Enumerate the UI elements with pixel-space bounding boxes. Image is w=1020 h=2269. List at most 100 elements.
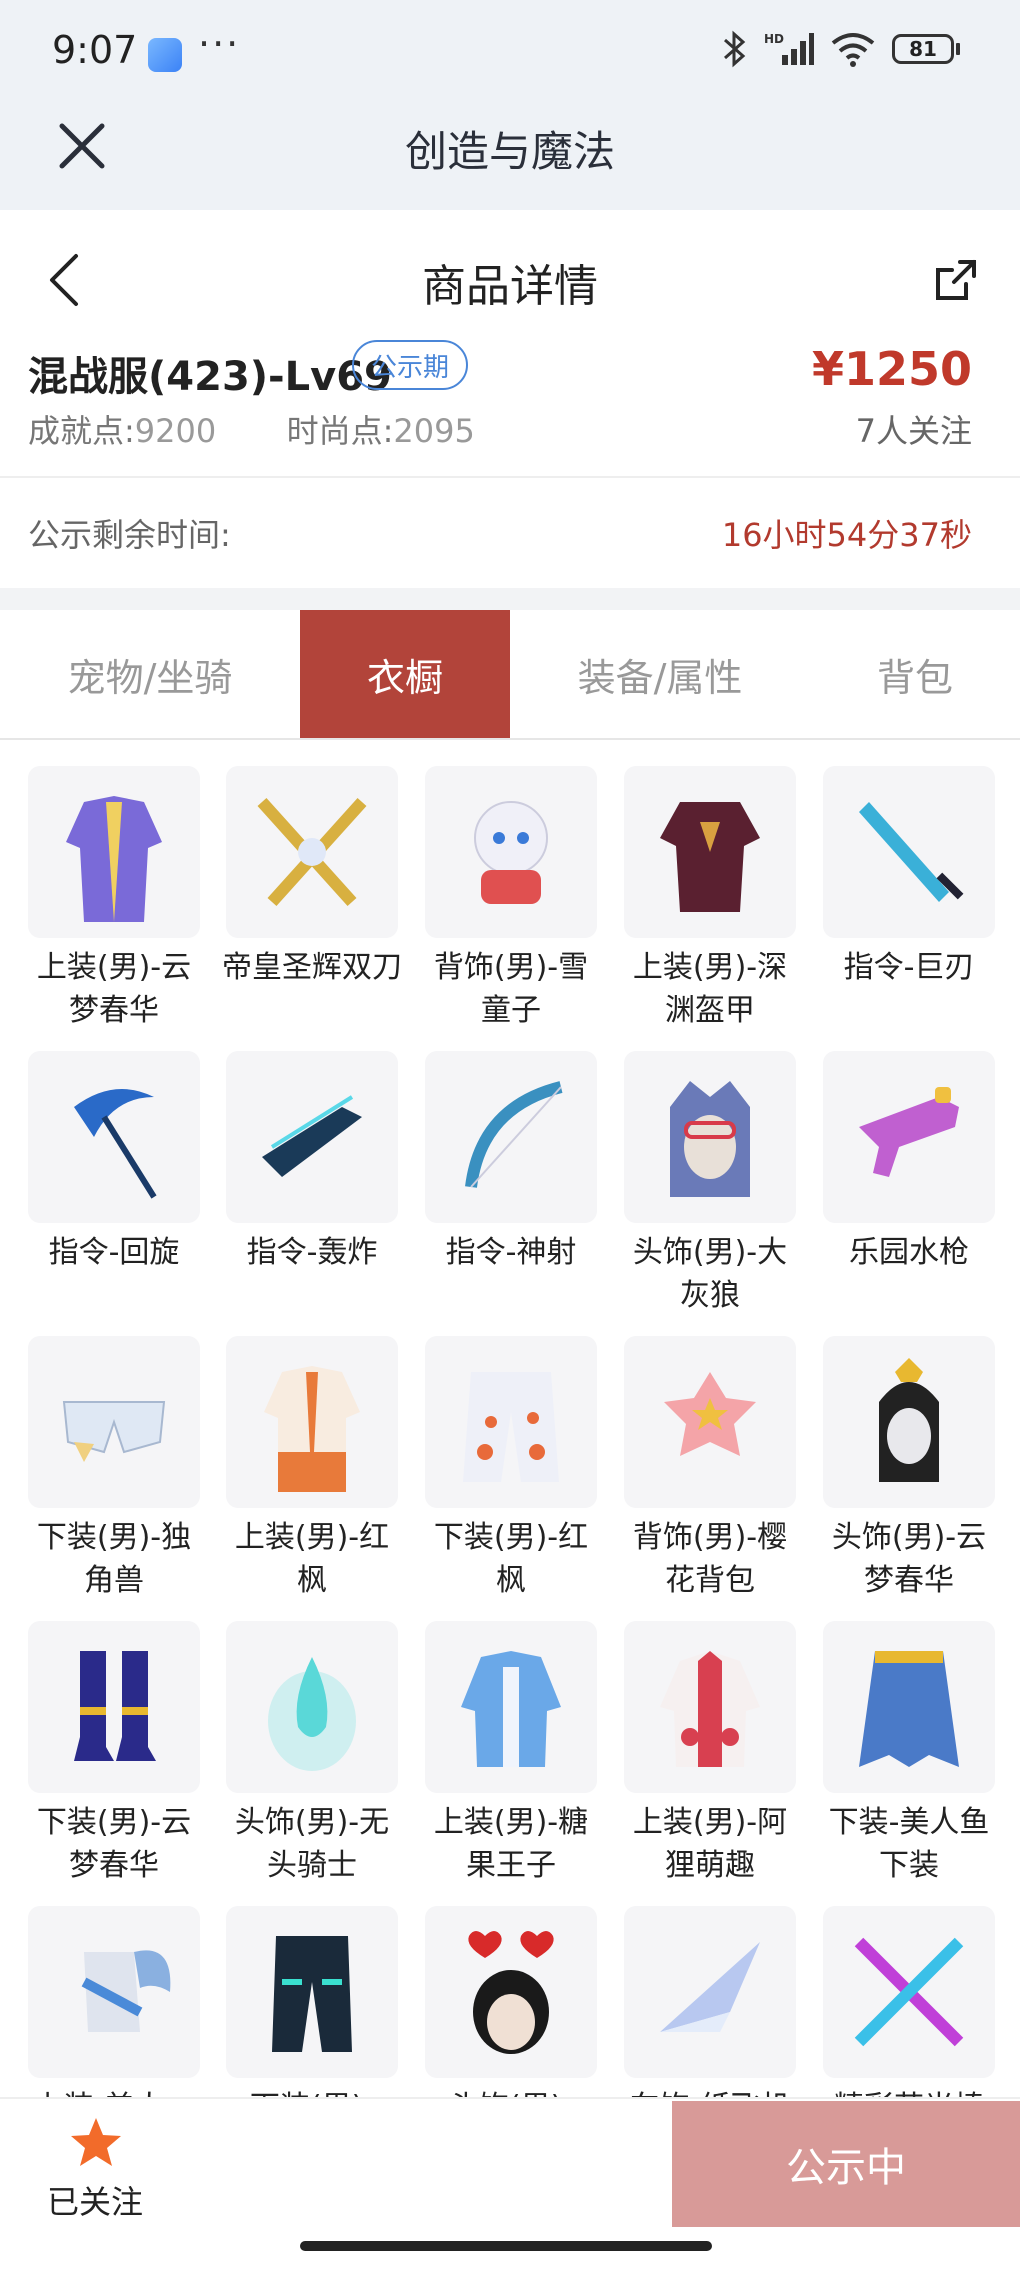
heart-headband-icon bbox=[468, 1931, 554, 2054]
wardrobe-item[interactable]: 上装(男)-深渊盔甲 bbox=[624, 766, 798, 1032]
item-thumbnail[interactable] bbox=[28, 1621, 200, 1793]
item-thumbnail[interactable] bbox=[226, 1051, 398, 1223]
mermaid-skirt-icon bbox=[859, 1651, 959, 1767]
item-thumbnail[interactable] bbox=[425, 1336, 597, 1508]
item-label: 头饰(男)-云梦春华 bbox=[831, 1520, 987, 1598]
bow-icon bbox=[465, 1081, 563, 1188]
item-thumbnail[interactable] bbox=[823, 1051, 995, 1223]
item-thumbnail[interactable] bbox=[425, 1051, 597, 1223]
bomber-icon bbox=[262, 1095, 362, 1177]
wardrobe-item[interactable]: 头饰(男)-大灰狼 bbox=[624, 1051, 798, 1317]
wardrobe-item[interactable]: 头饰(男)-云梦春华 bbox=[823, 1336, 997, 1602]
status-icons: HD 81 bbox=[722, 30, 960, 68]
public-notice-button[interactable]: 公示中 bbox=[672, 2101, 1020, 2227]
bluetooth-icon bbox=[724, 30, 746, 68]
tab-backpack[interactable]: 背包 bbox=[810, 610, 1020, 738]
item-thumbnail[interactable] bbox=[425, 766, 597, 938]
share-icon[interactable] bbox=[932, 256, 980, 304]
item-thumbnail[interactable] bbox=[425, 1906, 597, 2078]
item-label: 指令-回旋 bbox=[48, 1235, 180, 1270]
tab-equipment-attributes[interactable]: 装备/属性 bbox=[510, 610, 810, 738]
wardrobe-item[interactable]: 背饰(男)-樱花背包 bbox=[624, 1336, 798, 1602]
wardrobe-item[interactable]: 上装-美人… bbox=[28, 1906, 202, 2129]
prince-coat-icon bbox=[461, 1651, 561, 1767]
item-thumbnail[interactable] bbox=[823, 1336, 995, 1508]
home-indicator[interactable] bbox=[300, 2241, 712, 2251]
follow-label: 已关注 bbox=[46, 2183, 143, 2221]
item-label: 头饰(男)-大灰狼 bbox=[632, 1235, 788, 1313]
wardrobe-item[interactable]: 乐园水枪 bbox=[823, 1051, 997, 1274]
bottom-bar: 已关注 公示中 bbox=[0, 2097, 1020, 2269]
tab-pets-mounts[interactable]: 宠物/坐骑 bbox=[0, 610, 300, 738]
item-thumbnail[interactable] bbox=[624, 1051, 796, 1223]
item-thumbnail[interactable] bbox=[28, 766, 200, 938]
item-label: 下装-美人鱼下装 bbox=[828, 1805, 990, 1883]
product-price: ¥1250 bbox=[811, 342, 972, 396]
unicorn-pants-icon bbox=[62, 1401, 166, 1462]
battery-tip bbox=[956, 43, 960, 55]
item-thumbnail[interactable] bbox=[28, 1051, 200, 1223]
snow-doll-icon bbox=[474, 801, 548, 904]
item-thumbnail[interactable] bbox=[624, 1906, 796, 2078]
product-name: 混战服(423)-Lv69 bbox=[28, 354, 392, 400]
item-thumbnail[interactable] bbox=[823, 766, 995, 938]
item-thumbnail[interactable] bbox=[425, 1621, 597, 1793]
scythe-icon bbox=[74, 1089, 157, 1199]
app-notification-icon bbox=[148, 38, 182, 72]
status-badge: 公示期 bbox=[352, 340, 468, 390]
item-thumbnail[interactable] bbox=[823, 1621, 995, 1793]
item-thumbnail[interactable] bbox=[28, 1906, 200, 2078]
wardrobe-item[interactable]: 上装(男)-糖果王子 bbox=[425, 1621, 599, 1887]
wardrobe-item[interactable]: 帝皇圣辉双刀 bbox=[222, 766, 402, 989]
wardrobe-item[interactable]: 下装(男)-独角兽 bbox=[28, 1336, 202, 1602]
item-thumbnail[interactable] bbox=[624, 1621, 796, 1793]
wardrobe-item[interactable]: 指令-轰炸 bbox=[226, 1051, 400, 1274]
wardrobe-item[interactable]: 下装(男)-红枫 bbox=[425, 1336, 599, 1602]
item-thumbnail[interactable] bbox=[624, 1336, 796, 1508]
app-title: 创造与魔法 bbox=[404, 127, 615, 176]
water-gun-icon bbox=[859, 1087, 959, 1177]
wardrobe-item[interactable]: 车饰-纸飞机 bbox=[624, 1906, 798, 2129]
armor-icon bbox=[660, 802, 760, 912]
wardrobe-item[interactable]: 指令-回旋 bbox=[28, 1051, 202, 1274]
boots-icon bbox=[74, 1651, 156, 1761]
tab-wardrobe[interactable]: 衣橱 bbox=[300, 610, 510, 738]
dark-pants-icon bbox=[272, 1936, 352, 2052]
item-label: 下装(男)-云梦春华 bbox=[36, 1805, 192, 1883]
item-thumbnail[interactable] bbox=[823, 1906, 995, 2078]
status-bar: 9:07 ··· HD 81 bbox=[0, 0, 1020, 110]
wardrobe-item[interactable]: 精彩荧光棒 bbox=[823, 1906, 997, 2129]
countdown-row: 公示剩余时间: 16小时54分37秒 bbox=[0, 478, 1020, 588]
wardrobe-item[interactable]: 上装(男)-红枫 bbox=[226, 1336, 400, 1602]
item-thumbnail[interactable] bbox=[226, 1336, 398, 1508]
wardrobe-item[interactable]: 下装(男)-云梦春华 bbox=[28, 1621, 202, 1887]
wing-top-icon bbox=[81, 1950, 171, 2032]
wardrobe-item[interactable]: 指令-神射 bbox=[425, 1051, 599, 1274]
ghost-flame-icon bbox=[268, 1657, 356, 1771]
countdown-value: 16小时54分37秒 bbox=[721, 516, 972, 554]
follow-button[interactable]: 已关注 bbox=[40, 2115, 150, 2225]
wardrobe-item[interactable]: 下装-美人鱼下装 bbox=[823, 1621, 997, 1887]
star-icon bbox=[71, 2118, 121, 2166]
wardrobe-item[interactable]: 头饰(男)-无头骑士 bbox=[226, 1621, 400, 1887]
wardrobe-item[interactable]: 背饰(男)-雪童子 bbox=[425, 766, 599, 1032]
item-label: 头饰(男)-无头骑士 bbox=[234, 1805, 390, 1883]
section-divider bbox=[0, 588, 1020, 610]
wardrobe-item[interactable]: 上装(男)-云梦春华 bbox=[28, 766, 202, 1032]
item-thumbnail[interactable] bbox=[226, 1621, 398, 1793]
more-notifications-icon: ··· bbox=[198, 22, 241, 66]
item-thumbnail[interactable] bbox=[28, 1336, 200, 1508]
countdown-label: 公示剩余时间: bbox=[28, 516, 231, 554]
product-points: 成就点:9200 时尚点:2095 bbox=[28, 406, 475, 452]
fashion-value: 2095 bbox=[393, 412, 475, 450]
status-time: 9:07 bbox=[52, 28, 138, 72]
wardrobe-item[interactable]: 指令-巨刃 bbox=[823, 766, 997, 989]
item-thumbnail[interactable] bbox=[226, 1906, 398, 2078]
sakura-bag-icon bbox=[664, 1372, 756, 1456]
item-label: 指令-神射 bbox=[445, 1235, 577, 1270]
item-thumbnail[interactable] bbox=[624, 766, 796, 938]
wardrobe-item[interactable]: 上装(男)-阿狸萌趣 bbox=[624, 1621, 798, 1887]
item-thumbnail[interactable] bbox=[226, 766, 398, 938]
item-label: 帝皇圣辉双刀 bbox=[222, 950, 402, 985]
robe-icon bbox=[66, 796, 162, 922]
